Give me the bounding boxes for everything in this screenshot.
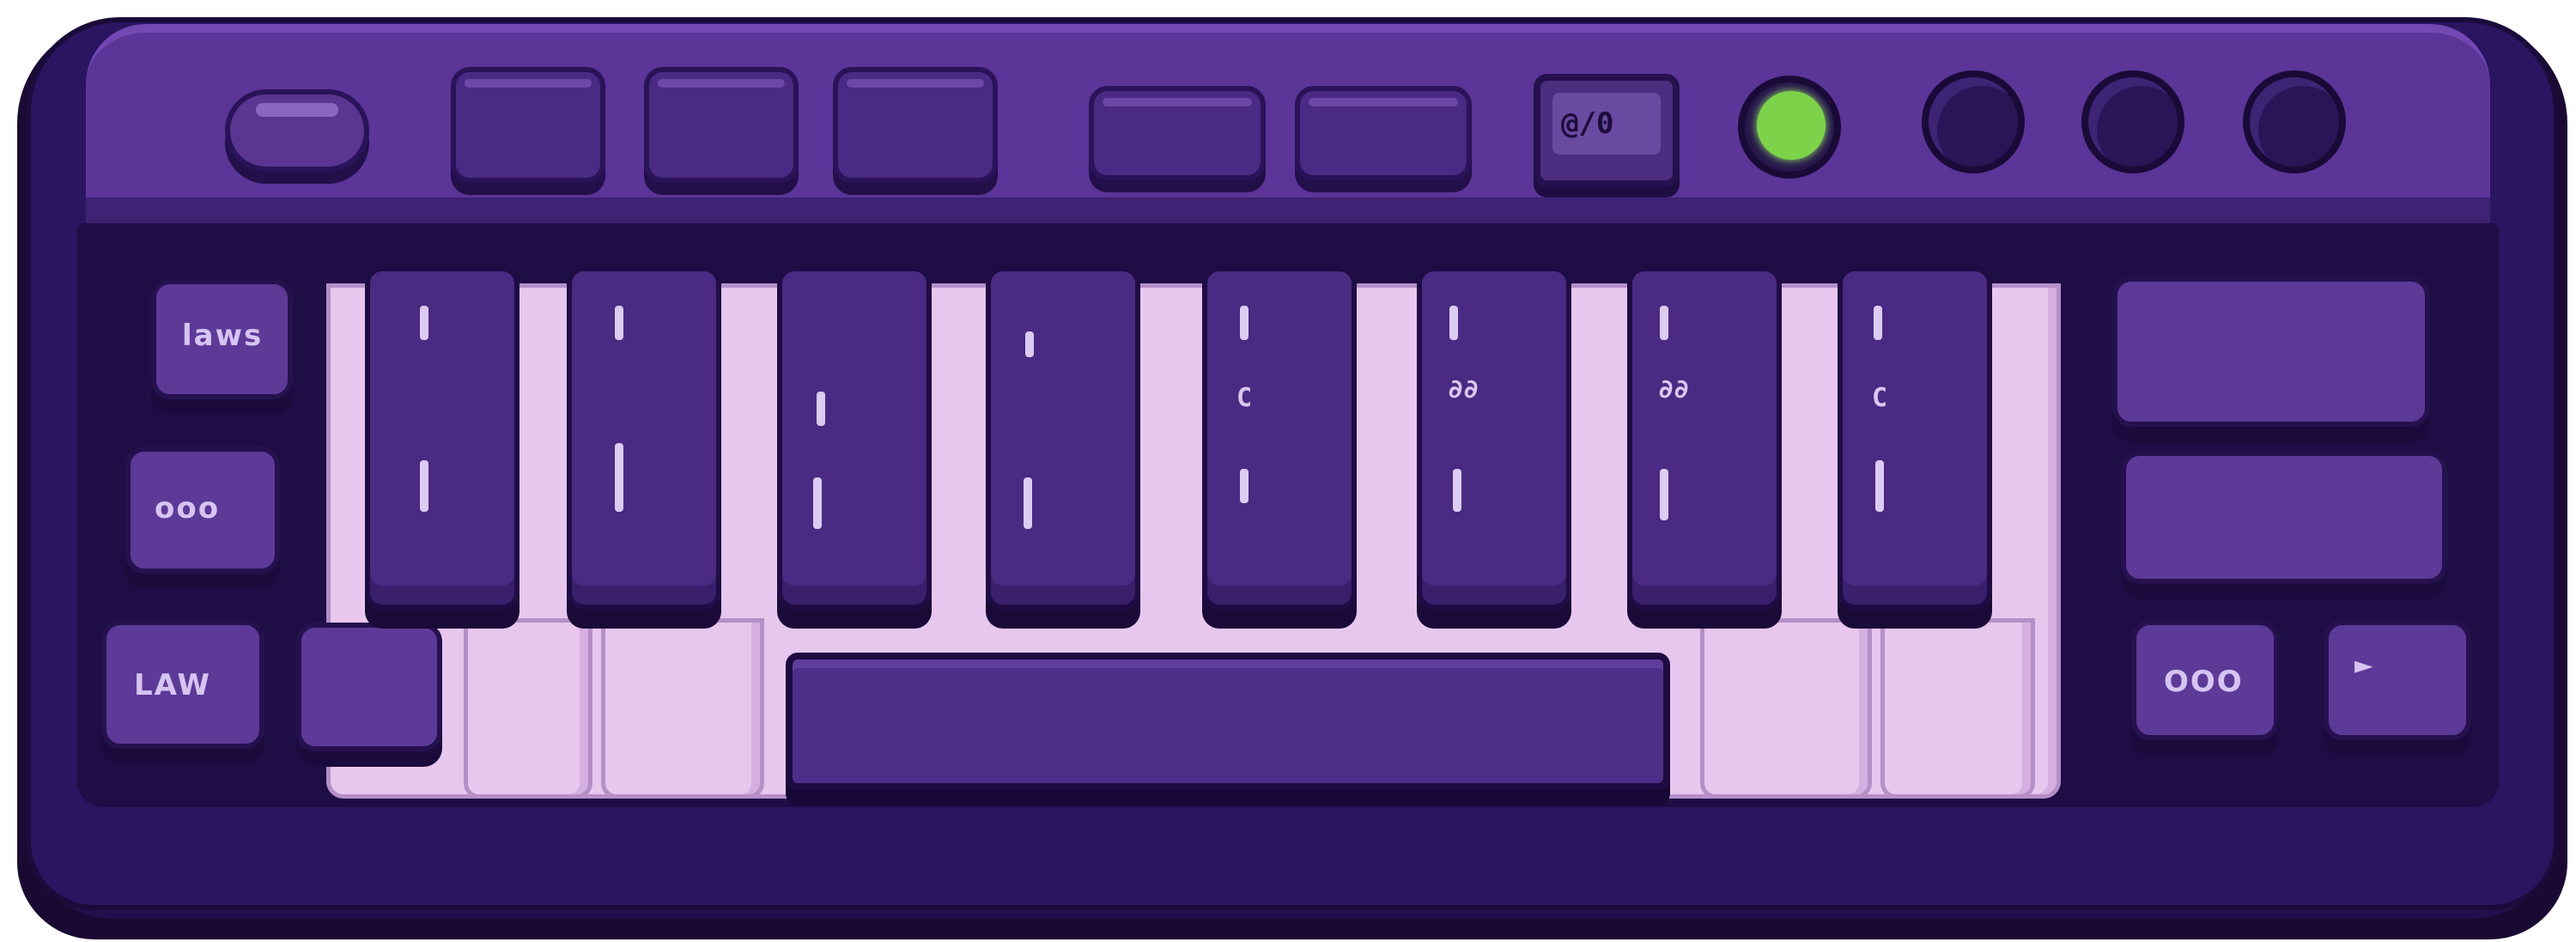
side-key-1-label: laws	[182, 319, 264, 353]
transport-button-left[interactable]	[1089, 86, 1266, 180]
lcd-text: @/0	[1561, 106, 1614, 141]
side-key-1[interactable]: laws	[151, 279, 293, 399]
power-button[interactable]	[225, 89, 369, 172]
right-key-bottom-left[interactable]: OOO	[2131, 620, 2279, 740]
knob-1[interactable]	[1922, 70, 2025, 173]
black-key-3[interactable]	[777, 266, 932, 610]
knob-3[interactable]	[2243, 70, 2346, 173]
black-key-5-label: C	[1236, 383, 1253, 413]
transport-button-right[interactable]	[1295, 86, 1472, 180]
white-key-3[interactable]	[1700, 618, 1872, 799]
white-key-1[interactable]	[464, 618, 592, 799]
side-key-2[interactable]: ooo	[125, 447, 280, 574]
black-key-7[interactable]: ∂∂	[1627, 266, 1782, 610]
white-key-edge-left[interactable]	[296, 623, 442, 751]
right-key-bottom-left-label: OOO	[2164, 665, 2244, 699]
black-key-4[interactable]	[986, 266, 1140, 610]
black-key-2[interactable]	[567, 266, 721, 610]
knob-2[interactable]	[2081, 70, 2184, 173]
lcd-display: @/0	[1534, 74, 1680, 187]
black-key-8-label: C	[1872, 383, 1888, 413]
green-led-knob[interactable]	[1738, 76, 1841, 179]
black-key-5[interactable]: C	[1202, 266, 1357, 610]
space-bar-key[interactable]	[786, 653, 1670, 790]
black-key-7-label: ∂∂	[1658, 374, 1690, 404]
right-key-bottom-right[interactable]: ►	[2324, 620, 2471, 740]
side-key-3-label: LAW	[134, 668, 211, 702]
right-key-top[interactable]	[2112, 277, 2430, 427]
white-key-4[interactable]	[1880, 618, 2035, 799]
black-key-6[interactable]: ∂∂	[1417, 266, 1571, 610]
white-key-2[interactable]	[601, 618, 764, 799]
play-icon: ►	[2354, 651, 2375, 679]
right-key-middle[interactable]	[2121, 451, 2447, 584]
black-key-8[interactable]: C	[1838, 266, 1992, 610]
side-key-2-label: ooo	[155, 491, 221, 526]
black-key-1[interactable]	[365, 266, 519, 610]
control-panel-edge	[86, 198, 2490, 223]
pad-1[interactable]	[451, 67, 605, 183]
black-key-6-label: ∂∂	[1448, 374, 1479, 404]
led-icon	[1757, 91, 1826, 160]
pad-2[interactable]	[644, 67, 799, 183]
pad-3[interactable]	[833, 67, 998, 183]
side-key-3[interactable]: LAW	[101, 620, 264, 749]
